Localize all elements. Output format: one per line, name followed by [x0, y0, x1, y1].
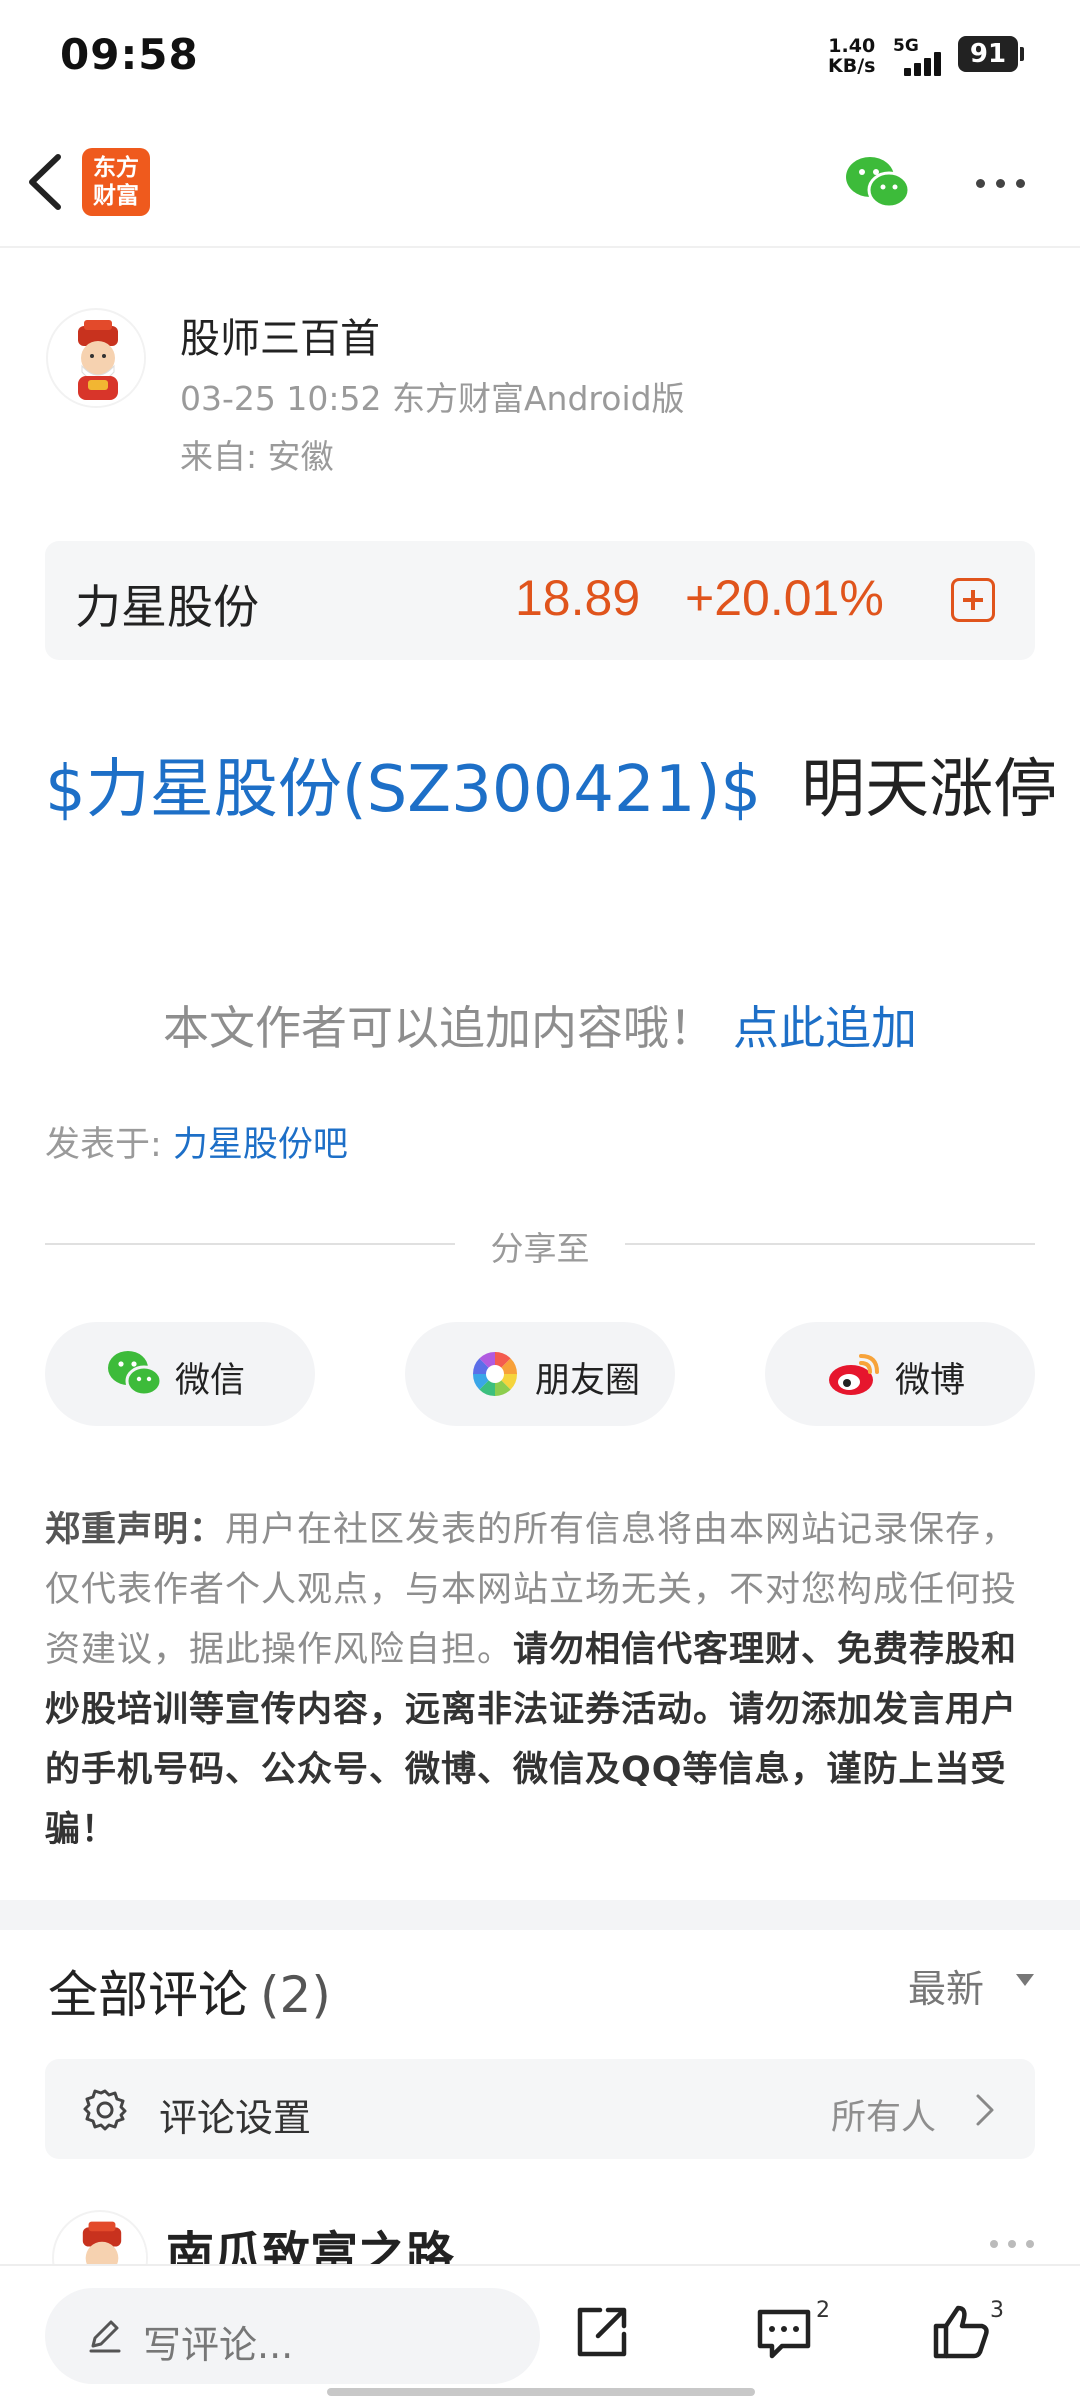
append-hint-text: 本文作者可以追加内容哦！: [163, 1001, 715, 1055]
append-link[interactable]: 点此追加: [733, 1001, 917, 1055]
write-comment-input[interactable]: 写评论...: [45, 2288, 540, 2384]
more-button[interactable]: [972, 173, 1032, 193]
disclaimer-title: 郑重声明：: [45, 1510, 226, 1550]
post-content: $力星股份(SZ300421)$ 明天涨停: [45, 738, 1057, 830]
wechat-icon: [108, 1351, 163, 1397]
comments-title: 全部评论: [48, 1966, 248, 2024]
back-icon: [29, 154, 61, 210]
logo-line2: 财富: [93, 183, 139, 209]
chevron-right-icon: [976, 2094, 994, 2126]
add-watchlist-icon[interactable]: [951, 578, 995, 622]
share-wechat-button[interactable]: 微信: [45, 1322, 315, 1426]
author-name[interactable]: 股师三百首: [180, 306, 380, 364]
like-count-badge: 3: [990, 2298, 1004, 2323]
weibo-icon: [829, 1354, 879, 1395]
post-location: 来自: 安徽: [180, 437, 334, 476]
stock-card[interactable]: 力星股份 18.89 +20.01%: [45, 541, 1035, 660]
wechat-icon: [846, 157, 911, 209]
battery-icon: 91: [958, 36, 1024, 72]
comments-header: 全部评论 (2): [48, 1955, 331, 2027]
post-text: 明天涨停: [801, 753, 1058, 827]
wechat-share-button[interactable]: [845, 155, 911, 211]
append-hint: 本文作者可以追加内容哦！ 点此追加: [0, 992, 1080, 1058]
share-button[interactable]: [570, 2300, 634, 2364]
comments-count: (2): [260, 1966, 331, 2024]
comment-button[interactable]: [752, 2300, 816, 2364]
status-bar: 09:58 1.40 KB/s 5G 91: [0, 0, 1080, 115]
app-logo[interactable]: 东方 财富: [82, 148, 150, 216]
section-divider: [0, 1900, 1080, 1930]
logo-line1: 东方: [93, 155, 139, 181]
posted-in: 发表于: 力星股份吧: [45, 1116, 348, 1167]
share-weibo-label: 微博: [895, 1361, 966, 1401]
author-avatar[interactable]: [46, 308, 146, 408]
caret-down-icon[interactable]: [1016, 1974, 1034, 1986]
share-icon: [577, 2307, 627, 2357]
disclaimer: 郑重声明：用户在社区发表的所有信息将由本网站记录保存，仅代表作者个人观点，与本网…: [45, 1500, 1040, 1860]
more-icon: [990, 2240, 998, 2248]
comment-more-button[interactable]: [988, 2236, 1038, 2252]
share-moments-button[interactable]: 朋友圈: [405, 1322, 675, 1426]
comment-count-badge: 2: [816, 2298, 830, 2323]
net-speed-value: 1.40: [828, 35, 876, 57]
comment-settings-row[interactable]: 评论设置 所有人: [45, 2059, 1035, 2159]
post-meta: 03-25 10:52 东方财富Android版: [180, 379, 685, 418]
top-nav: 东方 财富: [0, 115, 1080, 248]
status-time: 09:58: [60, 30, 199, 79]
share-title: 分享至: [490, 1229, 590, 1268]
bottom-bar: 写评论... 2 3: [0, 2264, 1080, 2400]
home-indicator[interactable]: [327, 2388, 755, 2396]
posted-in-label: 发表于:: [45, 1125, 173, 1165]
pencil-icon: [89, 2320, 121, 2353]
comment-icon: [757, 2309, 811, 2359]
moments-icon: [472, 1351, 518, 1397]
comment-settings-value: 所有人: [831, 2098, 937, 2138]
signal-icon: [900, 50, 948, 76]
like-button[interactable]: [930, 2300, 994, 2364]
posted-in-bar-link[interactable]: 力星股份吧: [173, 1125, 348, 1165]
stock-change: +20.01%: [685, 570, 884, 626]
net-speed-unit: KB/s: [828, 55, 876, 77]
share-weibo-button[interactable]: 微博: [765, 1322, 1035, 1426]
share-divider-left: [45, 1243, 455, 1245]
thumbs-up-icon: [933, 2305, 989, 2359]
write-comment-placeholder: 写评论...: [143, 2323, 294, 2367]
net-speed: 1.40 KB/s: [828, 36, 875, 76]
comments-sort-select[interactable]: 最新: [908, 1958, 984, 2013]
gear-icon: [83, 2089, 127, 2131]
share-moments-label: 朋友圈: [535, 1361, 641, 1401]
post-stock-link[interactable]: $力星股份(SZ300421)$: [45, 753, 761, 827]
stock-name: 力星股份: [75, 580, 259, 634]
more-icon: [976, 179, 985, 188]
comment-settings-label: 评论设置: [159, 2096, 312, 2140]
back-button[interactable]: [18, 147, 78, 217]
avatar-image: [50, 312, 144, 406]
share-wechat-label: 微信: [175, 1361, 246, 1401]
stock-price: 18.89: [515, 570, 641, 626]
share-divider-right: [625, 1243, 1035, 1245]
